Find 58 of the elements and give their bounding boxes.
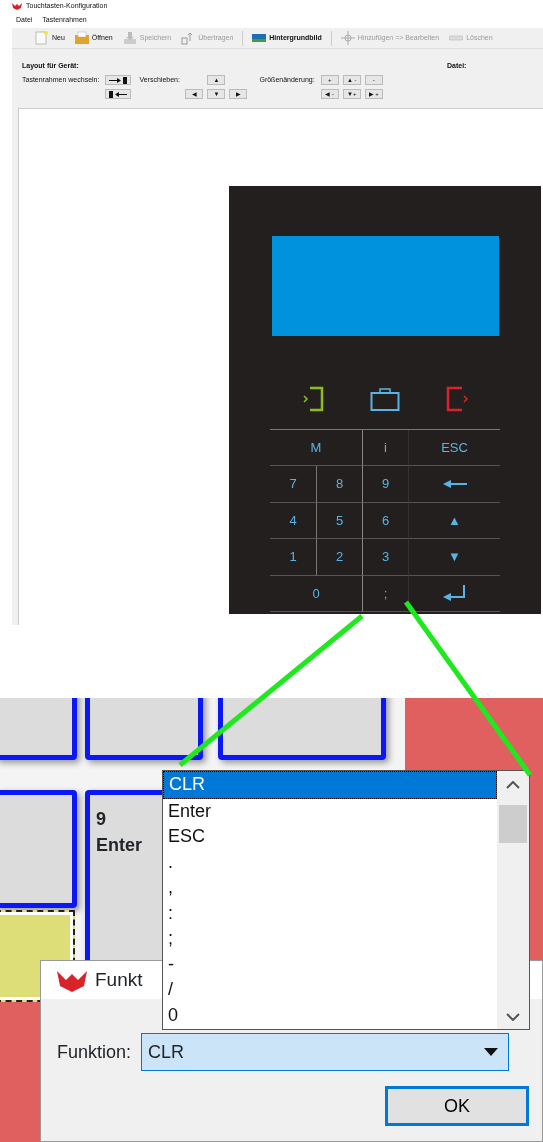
bar-arrow-icon [108, 90, 129, 98]
dropdown-option[interactable]: CLR [163, 771, 497, 799]
dropdown-option[interactable]: ; [163, 926, 497, 952]
login-icon [301, 386, 325, 412]
dropdown-option[interactable]: / [163, 977, 497, 1003]
caret-down-icon [484, 1048, 499, 1056]
dropdown-option[interactable]: ESC [163, 824, 497, 850]
left-arrow-icon [441, 479, 468, 490]
function-dropdown[interactable]: CLR [141, 1033, 510, 1071]
keypad-key[interactable]: ▲ [408, 502, 500, 540]
scrollbar[interactable] [497, 771, 529, 1029]
keypad-key[interactable] [408, 575, 500, 612]
save-icon [122, 31, 137, 45]
keypad-key[interactable]: 1 [270, 539, 316, 576]
keypad-key[interactable]: 0 [270, 575, 362, 612]
keypad-key[interactable]: 8 [316, 466, 362, 503]
keypad-key[interactable]: 9 [362, 466, 408, 503]
keypad-key[interactable]: 5 [316, 502, 362, 540]
dropdown-option[interactable]: 0 [163, 1002, 497, 1028]
keypad-key[interactable]: 2 [316, 539, 362, 576]
scrollbar-thumb[interactable] [499, 805, 527, 843]
keypad-key[interactable]: 3 [362, 539, 408, 576]
scroll-down-icon [506, 1013, 520, 1021]
key-tile[interactable] [85, 698, 203, 760]
key-tile[interactable] [0, 698, 77, 760]
fox-logo-icon [57, 968, 87, 992]
keypad-key[interactable]: 6 [362, 502, 408, 540]
folder-icon [74, 31, 89, 45]
dropdown-option[interactable]: : [163, 900, 497, 926]
dropdown-option[interactable]: , [163, 875, 497, 901]
ok-button[interactable]: OK [385, 1086, 529, 1126]
key-label: 9 [96, 808, 107, 831]
dropdown-option[interactable]: Enter [163, 798, 497, 824]
key-tile[interactable] [218, 698, 386, 760]
dropdown-option[interactable]: . [163, 849, 497, 875]
briefcase-icon [370, 386, 400, 412]
logout-icon [445, 386, 469, 412]
new-document-icon [35, 31, 49, 45]
keypad-key[interactable]: M [270, 430, 362, 467]
keypad-key[interactable]: i [362, 430, 408, 467]
keypad-key[interactable]: 4 [270, 502, 316, 540]
frame-next-button[interactable] [105, 75, 132, 85]
landscape-image-icon [252, 31, 267, 45]
keypad-key[interactable]: ▼ [408, 539, 500, 576]
key-tile[interactable] [0, 790, 77, 908]
keypad-key[interactable]: ; [362, 575, 408, 612]
dialog-title: Funkt [95, 967, 143, 992]
move-arrows-icon [340, 31, 355, 45]
keypad-key[interactable]: ESC [408, 430, 500, 467]
function-label: Funktion: [57, 1040, 132, 1064]
arrow-to-bar-icon [108, 76, 129, 84]
key-label: Enter [96, 834, 142, 857]
enter-arrow-icon [441, 584, 468, 603]
fox-logo-icon [12, 2, 22, 10]
dropdown-option[interactable]: - [163, 951, 497, 977]
keypad-key[interactable]: 7 [270, 466, 316, 503]
scroll-up-icon [506, 781, 520, 789]
frame-prev-button[interactable] [105, 89, 132, 99]
